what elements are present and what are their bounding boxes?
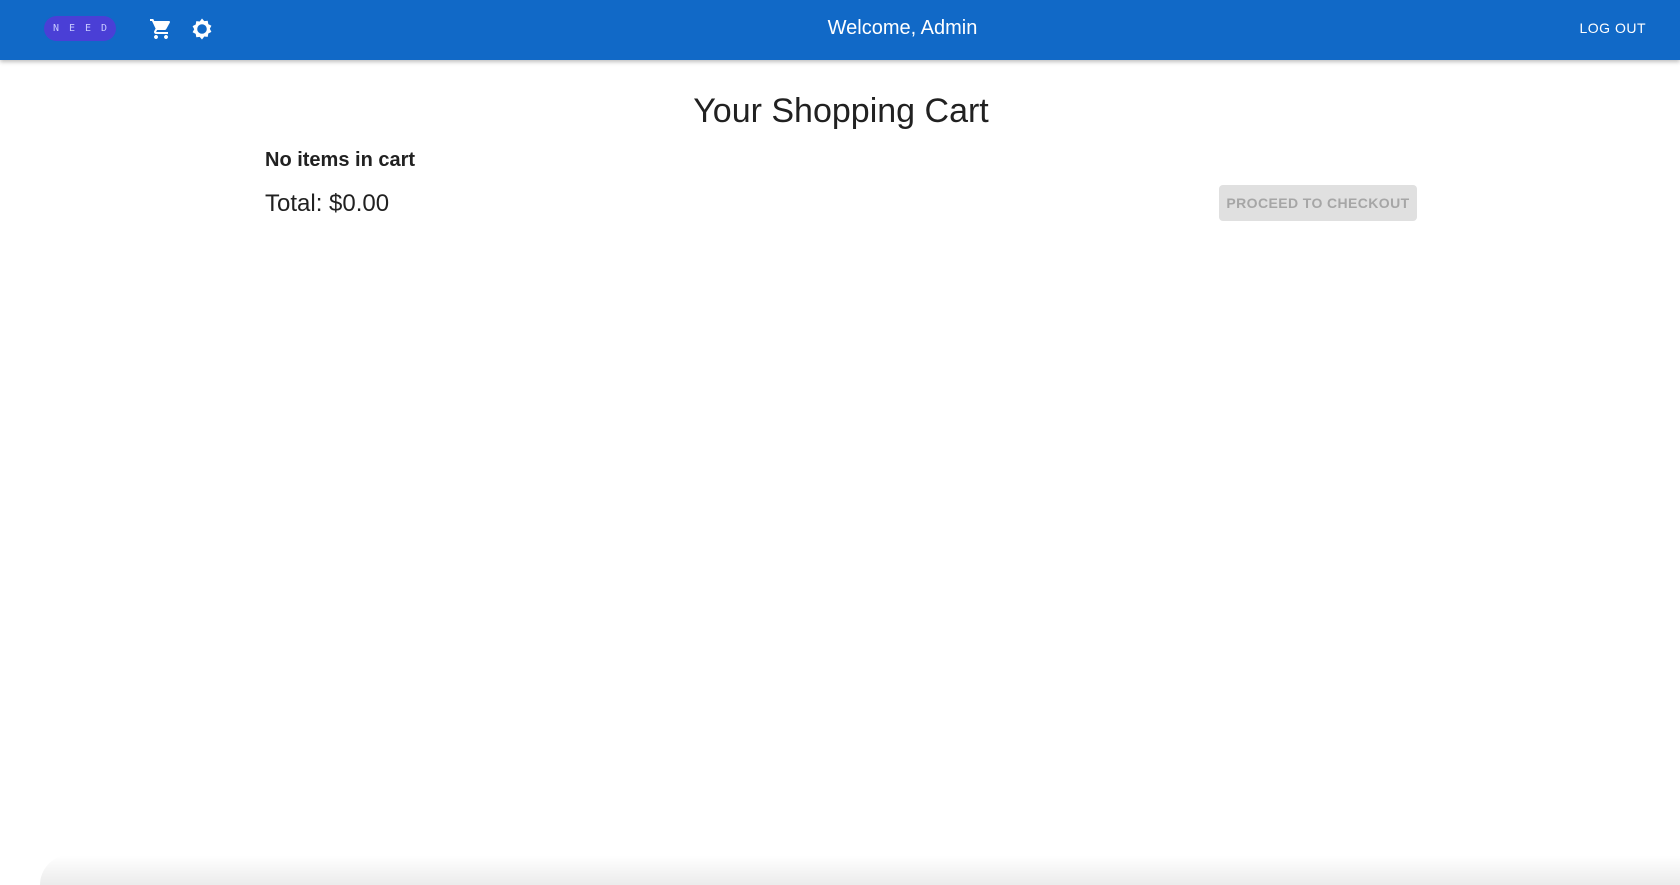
checkout-button[interactable]: PROCEED TO CHECKOUT	[1219, 185, 1417, 221]
bottom-shadow	[40, 855, 1680, 885]
total-row: Total: $0.00 PROCEED TO CHECKOUT	[265, 184, 1417, 224]
settings-button[interactable]	[188, 15, 216, 43]
welcome-message: Welcome, Admin	[827, 17, 978, 39]
cart-content: Your Shopping Cart No items in cart Tota…	[265, 60, 1417, 224]
empty-cart-message: No items in cart	[265, 149, 416, 171]
cart-button[interactable]	[147, 15, 175, 43]
app-bar: NEED Welcome, Admin LOG OUT	[0, 0, 1680, 60]
shopping-cart-icon	[150, 19, 171, 39]
logout-button[interactable]: LOG OUT	[1573, 14, 1652, 42]
app-logo[interactable]: NEED	[44, 16, 116, 41]
settings-icon	[192, 18, 212, 40]
page-title: Your Shopping Cart	[693, 92, 989, 130]
cart-total: Total: $0.00	[265, 190, 390, 217]
